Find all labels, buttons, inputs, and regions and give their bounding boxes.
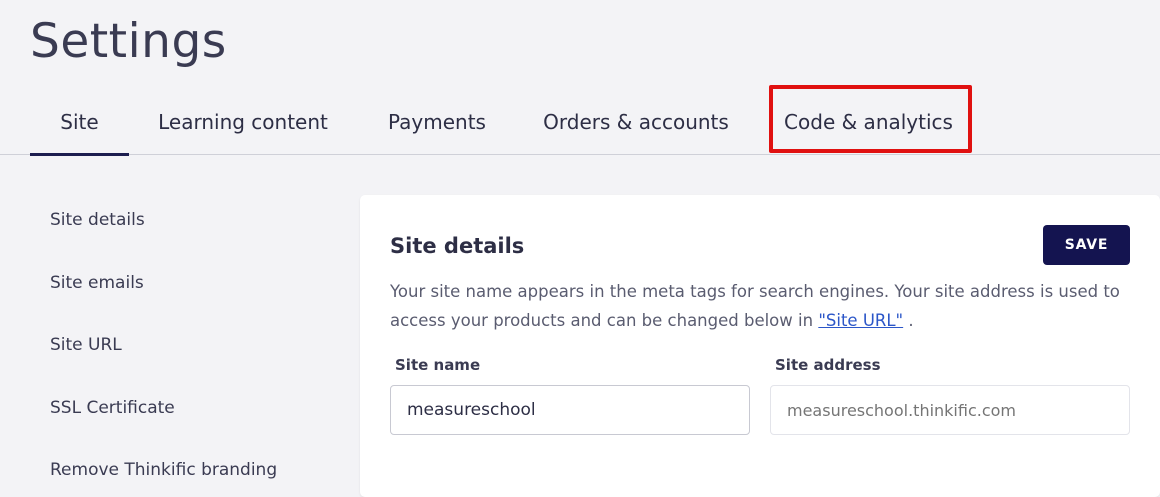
tab-payments[interactable]: Payments	[378, 88, 496, 155]
card-description: Your site name appears in the meta tags …	[390, 277, 1130, 335]
sidenav-item-site-emails[interactable]: Site emails	[50, 273, 144, 293]
description-text: Your site name appears in the meta tags …	[390, 282, 1120, 330]
site-address-label: Site address	[775, 356, 881, 374]
sidenav-item-site-details[interactable]: Site details	[50, 210, 145, 230]
save-button[interactable]: SAVE	[1043, 225, 1130, 265]
tab-code-analytics[interactable]: Code & analytics	[777, 88, 960, 155]
page-title: Settings	[30, 14, 227, 69]
sidenav-item-ssl-certificate[interactable]: SSL Certificate	[50, 398, 175, 418]
tab-site[interactable]: Site	[30, 88, 129, 156]
site-name-label: Site name	[395, 356, 481, 374]
tab-orders-accounts[interactable]: Orders & accounts	[535, 88, 737, 155]
site-url-link[interactable]: "Site URL"	[818, 311, 903, 330]
site-address-input[interactable]	[770, 385, 1130, 435]
settings-tabs: Site Learning content Payments Orders & …	[0, 85, 1160, 156]
sidenav-item-site-url[interactable]: Site URL	[50, 335, 122, 355]
settings-page: Settings Site Learning content Payments …	[0, 0, 1160, 497]
description-end: .	[903, 311, 914, 330]
sidenav-item-remove-branding[interactable]: Remove Thinkific branding	[50, 460, 277, 480]
site-name-input[interactable]	[390, 385, 750, 435]
card-title: Site details	[390, 234, 525, 258]
tab-learning-content[interactable]: Learning content	[148, 88, 338, 155]
site-details-card: Site details SAVE Your site name appears…	[360, 195, 1160, 497]
